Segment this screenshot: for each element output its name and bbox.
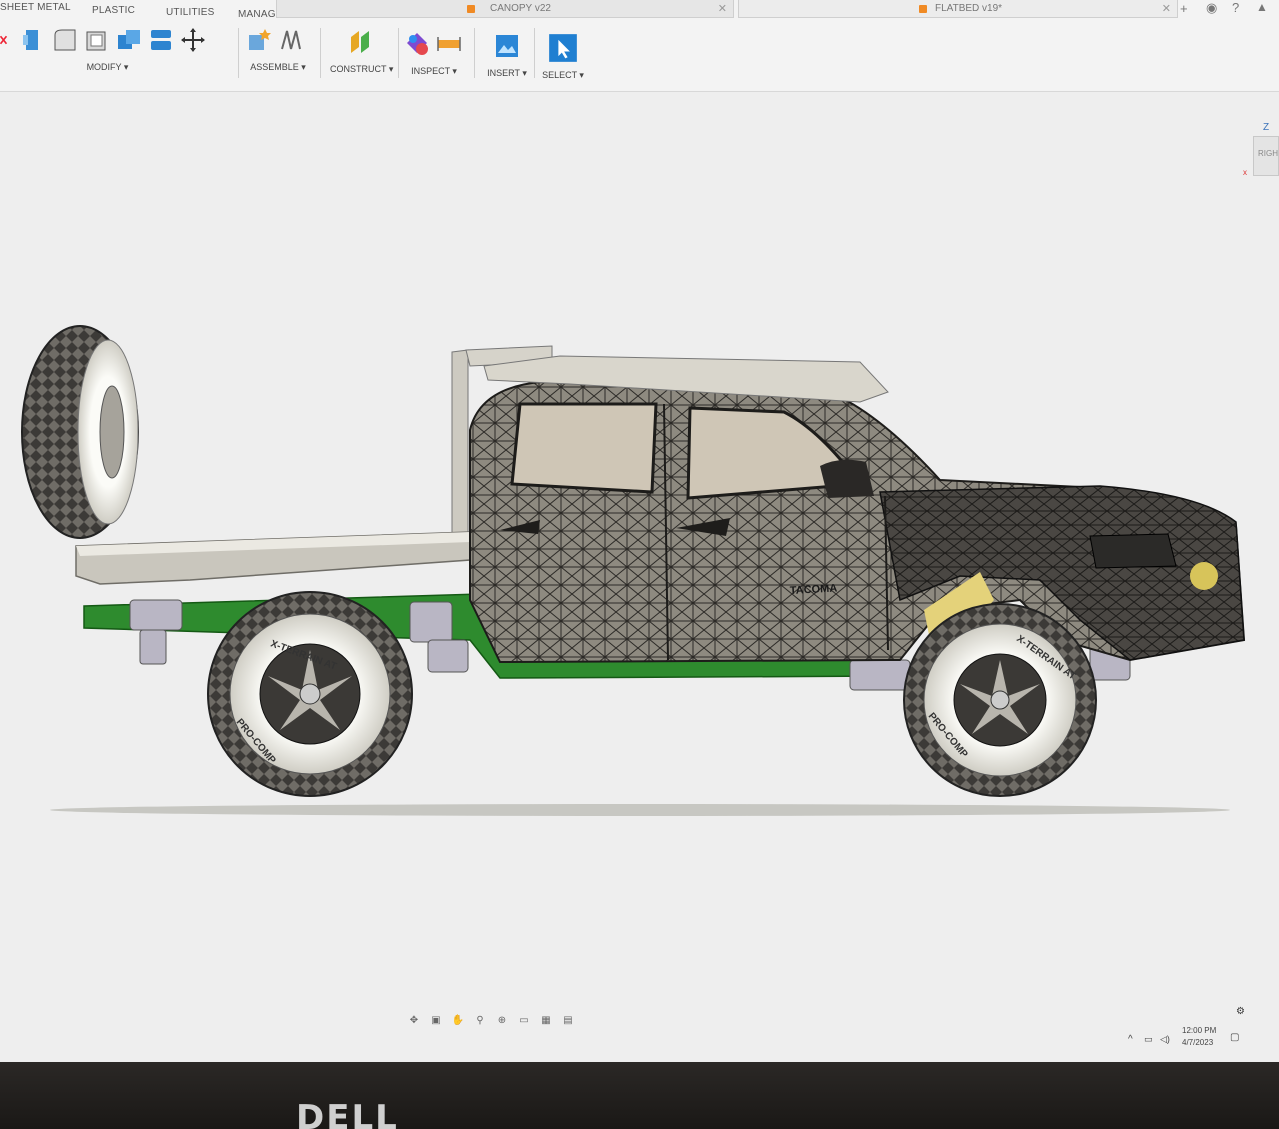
fog-light — [1190, 562, 1218, 590]
press-pull-icon[interactable] — [20, 27, 46, 53]
headlight — [1089, 533, 1177, 569]
measure-icon[interactable] — [436, 31, 462, 57]
rear-wheel[interactable]: X-TERRAIN AT PRO-COMP — [207, 591, 413, 797]
modify-group: MODIFY ▾ — [0, 24, 215, 84]
close-icon[interactable]: ✕ — [1162, 2, 1171, 15]
system-tray: ^ ▭ ◁) 12:00 PM 4/7/2023 ▢ — [1120, 1022, 1279, 1062]
tab-plastic[interactable]: PLASTIC — [92, 5, 135, 16]
front-wheel[interactable]: X-TERRAIN AT PRO-COMP — [903, 603, 1097, 797]
volume-icon[interactable]: ◁) — [1160, 1034, 1170, 1045]
rear-window — [510, 402, 658, 494]
insert-group: INSERT ▾ — [484, 30, 530, 90]
move-icon[interactable] — [180, 27, 206, 53]
offset-plane-icon[interactable] — [347, 29, 373, 55]
doc-tab-label: CANOPY v22 — [490, 3, 551, 14]
tab-utilities[interactable]: UTILITIES — [166, 7, 214, 18]
monitor-screen: SHEET METAL PLASTIC UTILITIES MANAGE CAN… — [0, 0, 1279, 1075]
tray-chevron-icon[interactable]: ^ — [1128, 1034, 1133, 1045]
assemble-menu[interactable]: ASSEMBLE ▾ — [246, 62, 310, 73]
settings-icon[interactable]: ⚙ — [1236, 1006, 1245, 1017]
joint-icon[interactable] — [278, 27, 304, 53]
inspect-menu[interactable]: INSPECT ▾ — [404, 66, 464, 77]
construct-menu[interactable]: CONSTRUCT ▾ — [330, 64, 393, 75]
notification-icon[interactable]: ▲ — [1256, 0, 1268, 14]
spare-tire[interactable] — [21, 325, 139, 539]
assemble-group: ASSEMBLE ▾ — [246, 24, 310, 84]
close-icon[interactable]: ✕ — [718, 2, 727, 15]
online-status-icon[interactable]: ◉ — [1206, 0, 1217, 16]
look-at-icon[interactable]: ▣ — [427, 1014, 445, 1028]
delete-icon[interactable] — [0, 27, 14, 53]
network-icon[interactable]: ▭ — [1144, 1034, 1153, 1045]
shell-icon[interactable] — [84, 27, 110, 53]
clock-time[interactable]: 12:00 PM — [1182, 1026, 1216, 1035]
headache-rack-post[interactable] — [451, 349, 469, 543]
side-mirror — [820, 459, 874, 498]
split-body-icon[interactable] — [148, 27, 174, 53]
ribbon-toolbar: SHEET METAL PLASTIC UTILITIES MANAGE CAN… — [0, 0, 1279, 92]
truck-badge: TACOMA — [790, 583, 838, 597]
monitor-bezel — [0, 1062, 1279, 1129]
zoom-icon[interactable]: ⚲ — [471, 1014, 489, 1028]
select-menu[interactable]: SELECT ▾ — [542, 70, 584, 81]
orbit-icon[interactable]: ✥ — [405, 1014, 423, 1028]
new-component-icon[interactable] — [246, 27, 272, 53]
new-tab-icon[interactable]: + — [1180, 1, 1188, 16]
combine-icon[interactable] — [116, 27, 142, 53]
ground-shadow — [50, 804, 1230, 816]
inspect-group: INSPECT ▾ — [404, 28, 464, 88]
display-settings-icon[interactable]: ▭ — [515, 1014, 533, 1028]
pan-icon[interactable]: ✋ — [449, 1014, 467, 1028]
construct-group: CONSTRUCT ▾ — [330, 26, 393, 86]
modify-menu[interactable]: MODIFY ▾ — [0, 62, 215, 73]
select-group: SELECT ▾ — [542, 32, 584, 92]
fillet-icon[interactable] — [52, 27, 78, 53]
model-canvas[interactable]: TACOMA X-TERRAIN AT PRO-COMP X-TERRAIN A… — [0, 92, 1279, 1022]
grid-settings-icon[interactable]: ▦ — [537, 1014, 555, 1028]
fit-icon[interactable]: ⊕ — [493, 1014, 511, 1028]
doc-tab-flatbed[interactable]: FLATBED v19* ✕ — [738, 0, 1178, 18]
tab-sheet-metal[interactable]: SHEET METAL — [0, 2, 71, 13]
doc-icon — [467, 5, 475, 13]
notifications-icon[interactable]: ▢ — [1230, 1032, 1239, 1043]
help-icon[interactable]: ? — [1232, 0, 1239, 15]
select-cursor-icon[interactable] — [548, 33, 578, 63]
monitor-logo: DELL — [296, 1098, 399, 1129]
clock-date[interactable]: 4/7/2023 — [1182, 1038, 1213, 1047]
insert-image-icon[interactable] — [494, 33, 520, 59]
navigation-bar: ✥ ▣ ✋ ⚲ ⊕ ▭ ▦ ▤ — [405, 1014, 577, 1028]
doc-tab-canopy[interactable]: CANOPY v22 ✕ — [276, 0, 734, 18]
viewports-icon[interactable]: ▤ — [559, 1014, 577, 1028]
insert-menu[interactable]: INSERT ▾ — [484, 68, 530, 79]
zebra-analysis-icon[interactable] — [404, 31, 430, 57]
doc-tab-label: FLATBED v19* — [935, 3, 1003, 14]
doc-icon — [919, 5, 927, 13]
